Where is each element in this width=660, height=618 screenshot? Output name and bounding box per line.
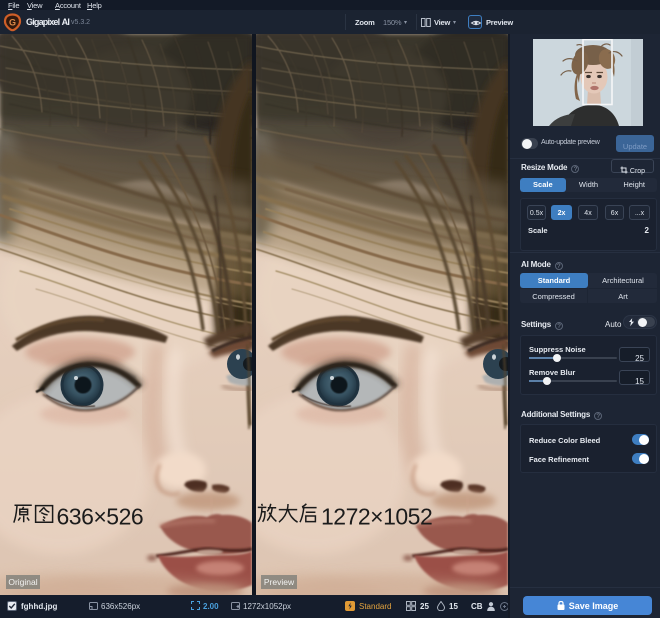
svg-text:G: G <box>9 18 16 28</box>
